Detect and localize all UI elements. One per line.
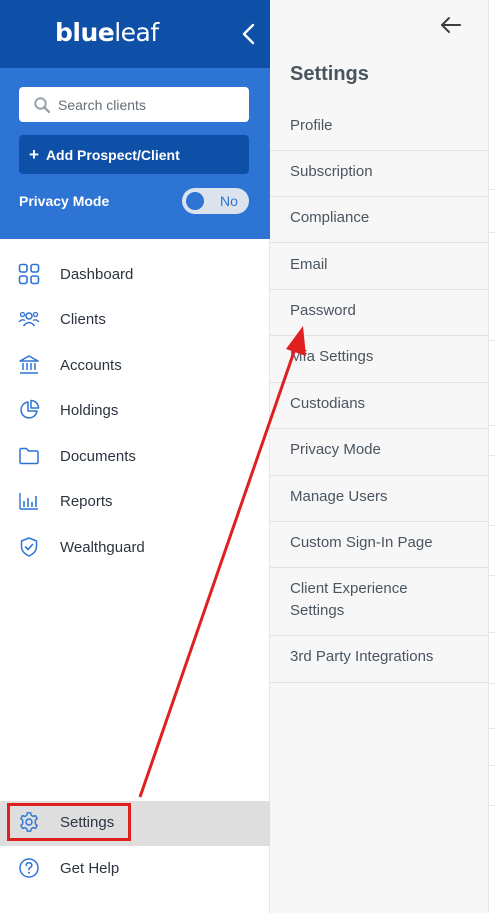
add-prospect-client-label: Add Prospect/Client [45, 146, 180, 163]
settings-item-label: Manage Users [290, 488, 388, 505]
divider [489, 632, 495, 633]
nav-label: Accounts [60, 357, 122, 374]
help-circle-icon [19, 858, 39, 878]
pie-chart-icon [20, 399, 40, 419]
settings-item-compliance[interactable]: Compliance [270, 197, 488, 243]
privacy-mode-label: Privacy Mode [19, 193, 110, 209]
divider [489, 765, 495, 766]
nav-item-clients[interactable]: Clients [0, 298, 270, 343]
gear-icon [20, 812, 38, 832]
nav-item-get-help[interactable]: Get Help [0, 847, 270, 892]
shield-check-icon [20, 537, 38, 557]
logo: blueleaf [55, 18, 159, 47]
settings-item-profile[interactable]: Profile [270, 104, 488, 151]
settings-item-label: Compliance [290, 209, 370, 226]
nav-label: Get Help [60, 860, 120, 877]
settings-item-label: Client Experience Settings [290, 580, 408, 619]
settings-panel-title: Settings [290, 63, 369, 85]
divider [489, 805, 495, 806]
settings-item-label: Email [290, 256, 328, 273]
nav-label: Settings [60, 814, 115, 831]
sidebar-header: blueleaf [0, 0, 270, 68]
divider [489, 189, 495, 190]
nav-label: Clients [60, 311, 106, 328]
collapse-sidebar-icon[interactable] [236, 20, 262, 48]
divider [489, 683, 495, 684]
toggle-knob [186, 192, 204, 210]
settings-item-mfa-settings[interactable]: Mfa Settings [270, 336, 488, 383]
underlying-page-edge [488, 0, 495, 913]
nav-item-dashboard[interactable]: Dashboard [0, 253, 270, 298]
divider [489, 425, 495, 426]
divider [489, 525, 495, 526]
settings-item-email[interactable]: Email [270, 243, 488, 290]
bank-icon [19, 355, 39, 374]
privacy-toggle-value: No [220, 193, 238, 209]
settings-item-password[interactable]: Password [270, 290, 488, 336]
settings-item-label: Profile [290, 117, 333, 134]
nav-item-reports[interactable]: Reports [0, 480, 270, 525]
plus-icon: + [29, 144, 39, 164]
settings-item-label: Custodians [290, 395, 366, 412]
nav-label: Wealthguard [60, 539, 145, 556]
logo-part-blue: blue [55, 18, 115, 47]
settings-item-label: Subscription [290, 163, 373, 180]
back-arrow-icon[interactable] [439, 13, 463, 37]
nav-item-wealthguard[interactable]: Wealthguard [0, 526, 270, 571]
settings-item-label: Privacy Mode [290, 441, 381, 458]
add-prospect-client-button[interactable]: + Add Prospect/Client [19, 135, 249, 174]
divider [489, 728, 495, 729]
search-input[interactable] [58, 96, 238, 113]
settings-item-privacy-mode[interactable]: Privacy Mode [270, 429, 488, 476]
settings-item-label: Password [290, 302, 356, 319]
settings-item-label: Mfa Settings [290, 348, 374, 365]
divider [489, 455, 495, 456]
settings-item-label: Custom Sign-In Page [290, 534, 433, 551]
folder-icon [19, 447, 39, 465]
divider [489, 575, 495, 576]
bar-chart-icon [19, 493, 38, 510]
nav-label: Documents [60, 448, 136, 465]
nav-item-holdings[interactable]: Holdings [0, 389, 270, 434]
nav-label: Holdings [60, 402, 119, 419]
divider [489, 340, 495, 341]
settings-item-subscription[interactable]: Subscription [270, 151, 488, 197]
settings-item-manage-users[interactable]: Manage Users [270, 476, 488, 522]
nav-item-documents[interactable]: Documents [0, 435, 270, 480]
grid-icon [18, 263, 40, 285]
settings-item-custom-sign-in-page[interactable]: Custom Sign-In Page [270, 522, 488, 568]
logo-part-leaf: leaf [114, 18, 159, 47]
settings-panel: Settings Profile Subscription Compliance… [270, 0, 488, 913]
settings-item-custodians[interactable]: Custodians [270, 383, 488, 429]
nav-item-settings[interactable]: Settings [0, 801, 270, 846]
nav-item-accounts[interactable]: Accounts [0, 344, 270, 389]
settings-item-3rd-party-integrations[interactable]: 3rd Party Integrations [270, 636, 488, 683]
nav-label: Reports [60, 493, 113, 510]
search-box[interactable] [19, 87, 249, 122]
settings-item-label: 3rd Party Integrations [290, 648, 434, 665]
search-icon [34, 96, 51, 113]
settings-item-client-experience-settings[interactable]: Client Experience Settings [270, 568, 488, 636]
privacy-mode-toggle[interactable]: No [182, 188, 249, 214]
sidebar: blueleaf + Add Prospect/Client Privacy M… [0, 0, 270, 913]
divider [489, 232, 495, 233]
nav-label: Dashboard [60, 266, 134, 283]
people-icon [18, 311, 40, 327]
